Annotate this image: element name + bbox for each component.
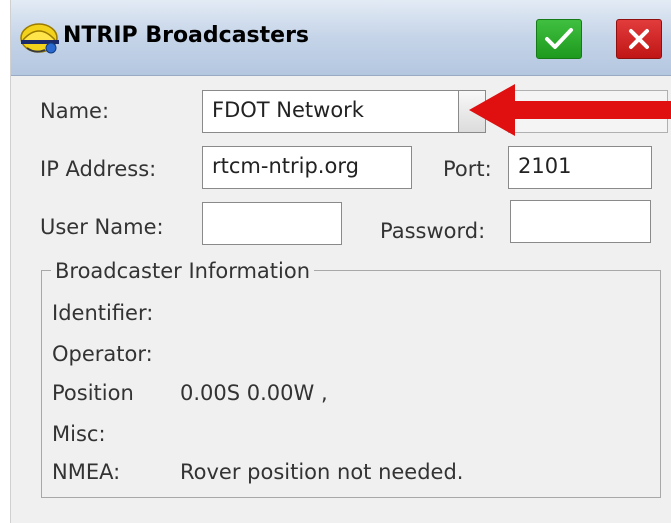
operator-label: Operator: [52,342,153,366]
user-name-label: User Name: [40,215,164,239]
port-label: Port: [443,157,492,181]
ip-address-label: IP Address: [40,157,157,181]
position-value: 0.00S 0.00W , [180,381,328,405]
red-arrow-icon [469,84,671,136]
password-field[interactable] [510,200,651,243]
identifier-label: Identifier: [52,301,154,325]
misc-label: Misc: [52,422,106,446]
name-combobox[interactable]: FDOT Network [202,90,460,133]
port-field[interactable]: 2101 [508,146,652,189]
window-title: NTRIP Broadcasters [63,23,310,48]
password-label: Password: [380,219,486,243]
ok-button[interactable] [536,19,582,59]
yellow-helmet-icon [20,23,59,54]
broadcaster-info-title: Broadcaster Information [51,259,315,283]
close-x-icon [629,29,649,49]
user-name-field[interactable] [202,202,342,245]
position-label: Position [52,381,134,405]
title-bar: NTRIP Broadcasters [11,0,671,76]
name-label: Name: [40,99,110,123]
ntrip-dialog: NTRIP Broadcasters Name: FDOT Network IP… [10,0,671,523]
ip-address-field[interactable]: rtcm-ntrip.org [202,146,412,189]
checkmark-icon [545,28,573,49]
nmea-value: Rover position not needed. [180,460,464,484]
close-button[interactable] [616,19,662,59]
nmea-label: NMEA: [52,460,121,484]
